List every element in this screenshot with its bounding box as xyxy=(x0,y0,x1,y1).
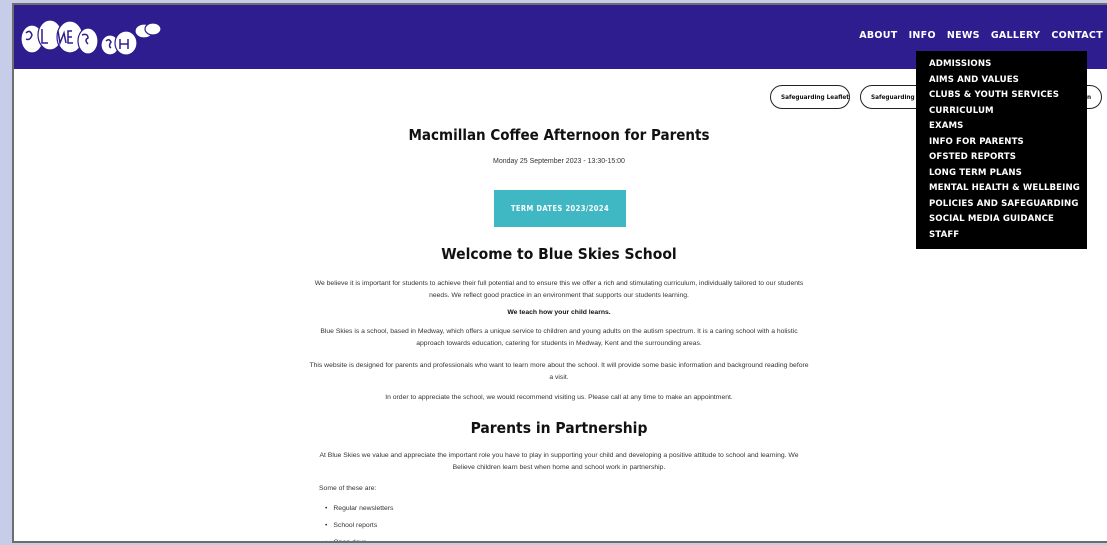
partnership-intro: Some of these are: xyxy=(319,485,377,492)
menu-item-policies-safeguarding[interactable]: POLICIES AND SAFEGUARDING xyxy=(929,197,1087,213)
event-title: Macmillan Coffee Afternoon for Parents xyxy=(408,126,710,144)
nav-gallery[interactable]: GALLERY xyxy=(991,30,1041,41)
browser-viewport: ABOUT INFO NEWS GALLERY CONTACT ADMISSIO… xyxy=(12,3,1107,543)
welcome-paragraph-4: In order to appreciate the school, we wo… xyxy=(385,394,733,401)
school-logo[interactable] xyxy=(20,19,170,61)
menu-item-curriculum[interactable]: CURRICULUM xyxy=(929,104,1087,120)
partnership-heading: Parents in Partnership xyxy=(470,419,648,437)
partnership-list: Regular newsletters School reports Open … xyxy=(319,500,619,541)
list-item: Open days xyxy=(319,534,619,541)
welcome-paragraph-1: We believe it is important for students … xyxy=(314,280,804,299)
nav-contact[interactable]: CONTACT xyxy=(1051,30,1103,41)
partnership-paragraph: At Blue Skies we value and appreciate th… xyxy=(319,452,799,471)
menu-item-aims-and-values[interactable]: AIMS AND VALUES xyxy=(929,73,1087,89)
menu-item-clubs-youth-services[interactable]: CLUBS & YOUTH SERVICES xyxy=(929,88,1087,104)
welcome-heading: Welcome to Blue Skies School xyxy=(441,245,677,263)
main-nav: ABOUT INFO NEWS GALLERY CONTACT xyxy=(859,30,1103,41)
safeguarding-leaflet-button[interactable]: Safeguarding Leaflet xyxy=(770,85,850,109)
list-item: School reports xyxy=(319,517,619,534)
menu-item-info-for-parents[interactable]: INFO FOR PARENTS xyxy=(929,135,1087,151)
menu-item-exams[interactable]: EXAMS xyxy=(929,119,1087,135)
welcome-tagline: We teach how your child learns. xyxy=(507,309,611,316)
welcome-paragraph-3: This website is designed for parents and… xyxy=(309,362,809,381)
menu-item-mental-health-wellbeing[interactable]: MENTAL HEALTH & WELLBEING xyxy=(929,181,1087,197)
nav-info[interactable]: INFO xyxy=(909,30,936,41)
welcome-paragraph-2: Blue Skies is a school, based in Medway,… xyxy=(320,328,798,347)
menu-item-long-term-plans[interactable]: LONG TERM PLANS xyxy=(929,166,1087,182)
list-item: Regular newsletters xyxy=(319,500,619,517)
menu-item-admissions[interactable]: ADMISSIONS xyxy=(929,57,1087,73)
nav-about[interactable]: ABOUT xyxy=(859,30,897,41)
menu-item-staff[interactable]: STAFF xyxy=(929,228,1087,244)
nav-news[interactable]: NEWS xyxy=(947,30,980,41)
menu-item-social-media-guidance[interactable]: SOCIAL MEDIA GUIDANCE xyxy=(929,212,1087,228)
term-dates-button[interactable]: TERM DATES 2023/2024 xyxy=(494,190,626,227)
info-dropdown-menu: ADMISSIONS AIMS AND VALUES CLUBS & YOUTH… xyxy=(916,51,1087,249)
event-date: Monday 25 September 2023 - 13:30-15:00 xyxy=(493,158,625,165)
menu-item-ofsted-reports[interactable]: OFSTED REPORTS xyxy=(929,150,1087,166)
